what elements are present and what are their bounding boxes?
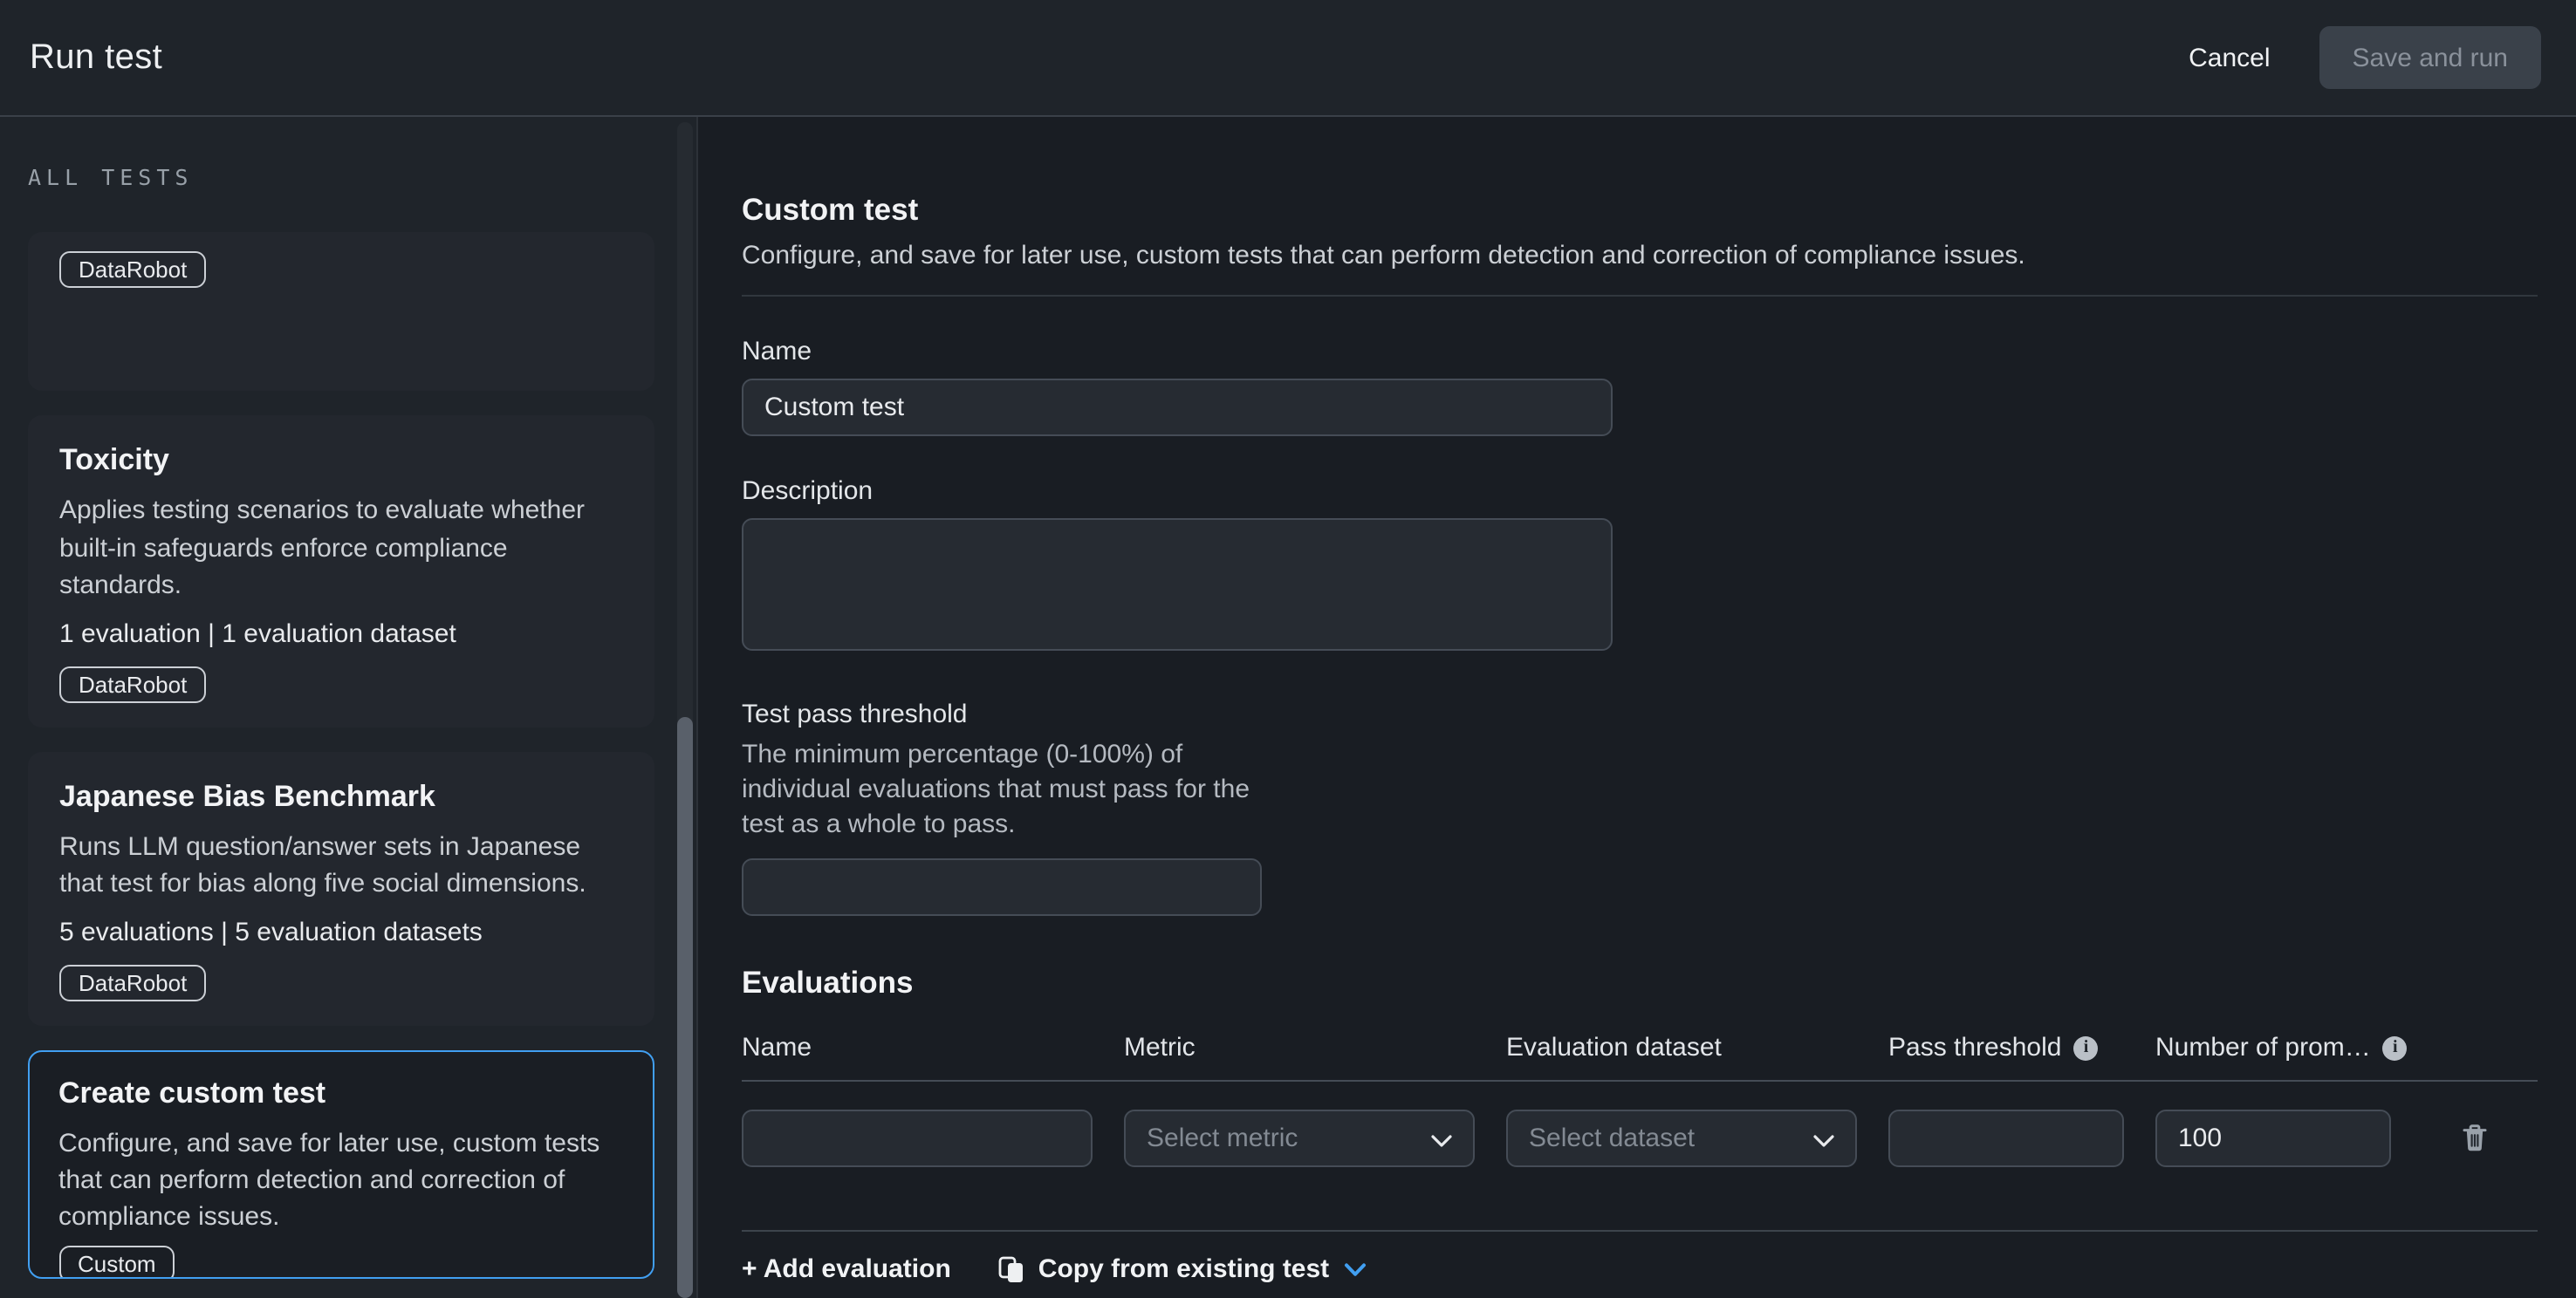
test-card-japanese-bias[interactable]: Japanese Bias Benchmark Runs LLM questio…	[28, 751, 654, 1025]
column-header-pass-threshold: Pass threshold i	[1888, 1033, 2124, 1062]
evaluation-row: Select metric Select dataset	[742, 1110, 2538, 1167]
name-label: Name	[742, 337, 2538, 366]
test-source-badge: DataRobot	[59, 964, 206, 1001]
pass-threshold-input[interactable]	[1888, 1110, 2124, 1167]
test-card-description: Configure, and save for later use, custo…	[58, 1125, 624, 1235]
column-header-dataset: Evaluation dataset	[1506, 1033, 1857, 1062]
description-label: Description	[742, 476, 2538, 506]
metric-select-placeholder: Select metric	[1147, 1124, 1298, 1153]
test-card-title: Toxicity	[59, 443, 623, 478]
evaluation-name-input[interactable]	[742, 1110, 1093, 1167]
dataset-select-placeholder: Select dataset	[1529, 1124, 1695, 1153]
save-and-run-button[interactable]: Save and run	[2319, 26, 2541, 89]
num-prompts-input[interactable]	[2155, 1110, 2391, 1167]
panel-title: Custom test	[742, 192, 2538, 229]
info-icon[interactable]: i	[2383, 1035, 2408, 1060]
column-header-num-prompts: Number of prom… i	[2155, 1033, 2391, 1062]
test-card-title: Japanese Bias Benchmark	[59, 779, 623, 814]
test-card-partial[interactable]: DataRobot	[28, 232, 654, 391]
test-card-description: Applies testing scenarios to evaluate wh…	[59, 492, 623, 605]
evaluations-heading: Evaluations	[742, 965, 2538, 1001]
add-evaluation-button[interactable]: + Add evaluation	[742, 1251, 951, 1288]
test-pass-threshold-label: Test pass threshold	[742, 700, 2538, 729]
metric-select[interactable]: Select metric	[1124, 1110, 1475, 1167]
cancel-button[interactable]: Cancel	[2185, 32, 2273, 83]
test-card-meta: 1 evaluation | 1 evaluation dataset	[59, 618, 623, 648]
test-source-badge: DataRobot	[59, 251, 206, 288]
test-source-badge: DataRobot	[59, 666, 206, 702]
table-header-divider	[742, 1080, 2538, 1082]
panel-subtitle: Configure, and save for later use, custo…	[742, 241, 2538, 270]
info-icon[interactable]: i	[2073, 1035, 2098, 1060]
top-bar: Run test Cancel Save and run	[0, 0, 2576, 117]
evaluations-table-header: Name Metric Evaluation dataset Pass thre…	[742, 1033, 2538, 1062]
name-input[interactable]	[742, 379, 1613, 436]
copy-from-existing-test-button[interactable]: Copy from existing test	[998, 1251, 1366, 1288]
page-title: Run test	[30, 38, 162, 78]
test-card-list: DataRobot Toxicity Applies testing scena…	[28, 232, 654, 1278]
dataset-select[interactable]: Select dataset	[1506, 1110, 1857, 1167]
test-pass-threshold-help: The minimum percentage (0-100%) of indiv…	[742, 738, 2538, 843]
test-card-create-custom[interactable]: Create custom test Configure, and save f…	[28, 1049, 654, 1278]
copy-icon	[998, 1255, 1024, 1283]
test-pass-threshold-input[interactable]	[742, 858, 1262, 916]
chevron-down-icon	[1343, 1262, 1366, 1276]
description-textarea[interactable]	[742, 518, 1613, 651]
table-bottom-divider	[742, 1230, 2538, 1232]
evaluation-actions: + Add evaluation Copy from existing test	[742, 1251, 2538, 1288]
custom-test-panel: Custom test Configure, and save for late…	[698, 117, 2576, 1298]
test-card-meta: 5 evaluations | 5 evaluation datasets	[59, 917, 623, 946]
top-bar-actions: Cancel Save and run	[2185, 26, 2541, 89]
test-source-badge: Custom	[58, 1246, 175, 1278]
chevron-down-icon	[1813, 1134, 1834, 1148]
run-test-window: Run test Cancel Save and run ALL TESTS D…	[0, 0, 2576, 1298]
chevron-down-icon	[1431, 1134, 1452, 1148]
column-header-name: Name	[742, 1033, 1093, 1062]
divider	[742, 295, 2538, 297]
all-tests-label: ALL TESTS	[28, 164, 696, 190]
test-card-toxicity[interactable]: Toxicity Applies testing scenarios to ev…	[28, 415, 654, 727]
tests-sidebar: ALL TESTS DataRobot Toxicity Applies tes…	[0, 117, 698, 1298]
sidebar-scrollbar-thumb[interactable]	[677, 717, 693, 1298]
column-header-metric: Metric	[1124, 1033, 1475, 1062]
test-card-description: Runs LLM question/answer sets in Japanes…	[59, 828, 623, 903]
test-card-title: Create custom test	[58, 1076, 624, 1111]
delete-evaluation-button[interactable]	[2457, 1120, 2492, 1157]
trash-icon	[2461, 1124, 2489, 1153]
